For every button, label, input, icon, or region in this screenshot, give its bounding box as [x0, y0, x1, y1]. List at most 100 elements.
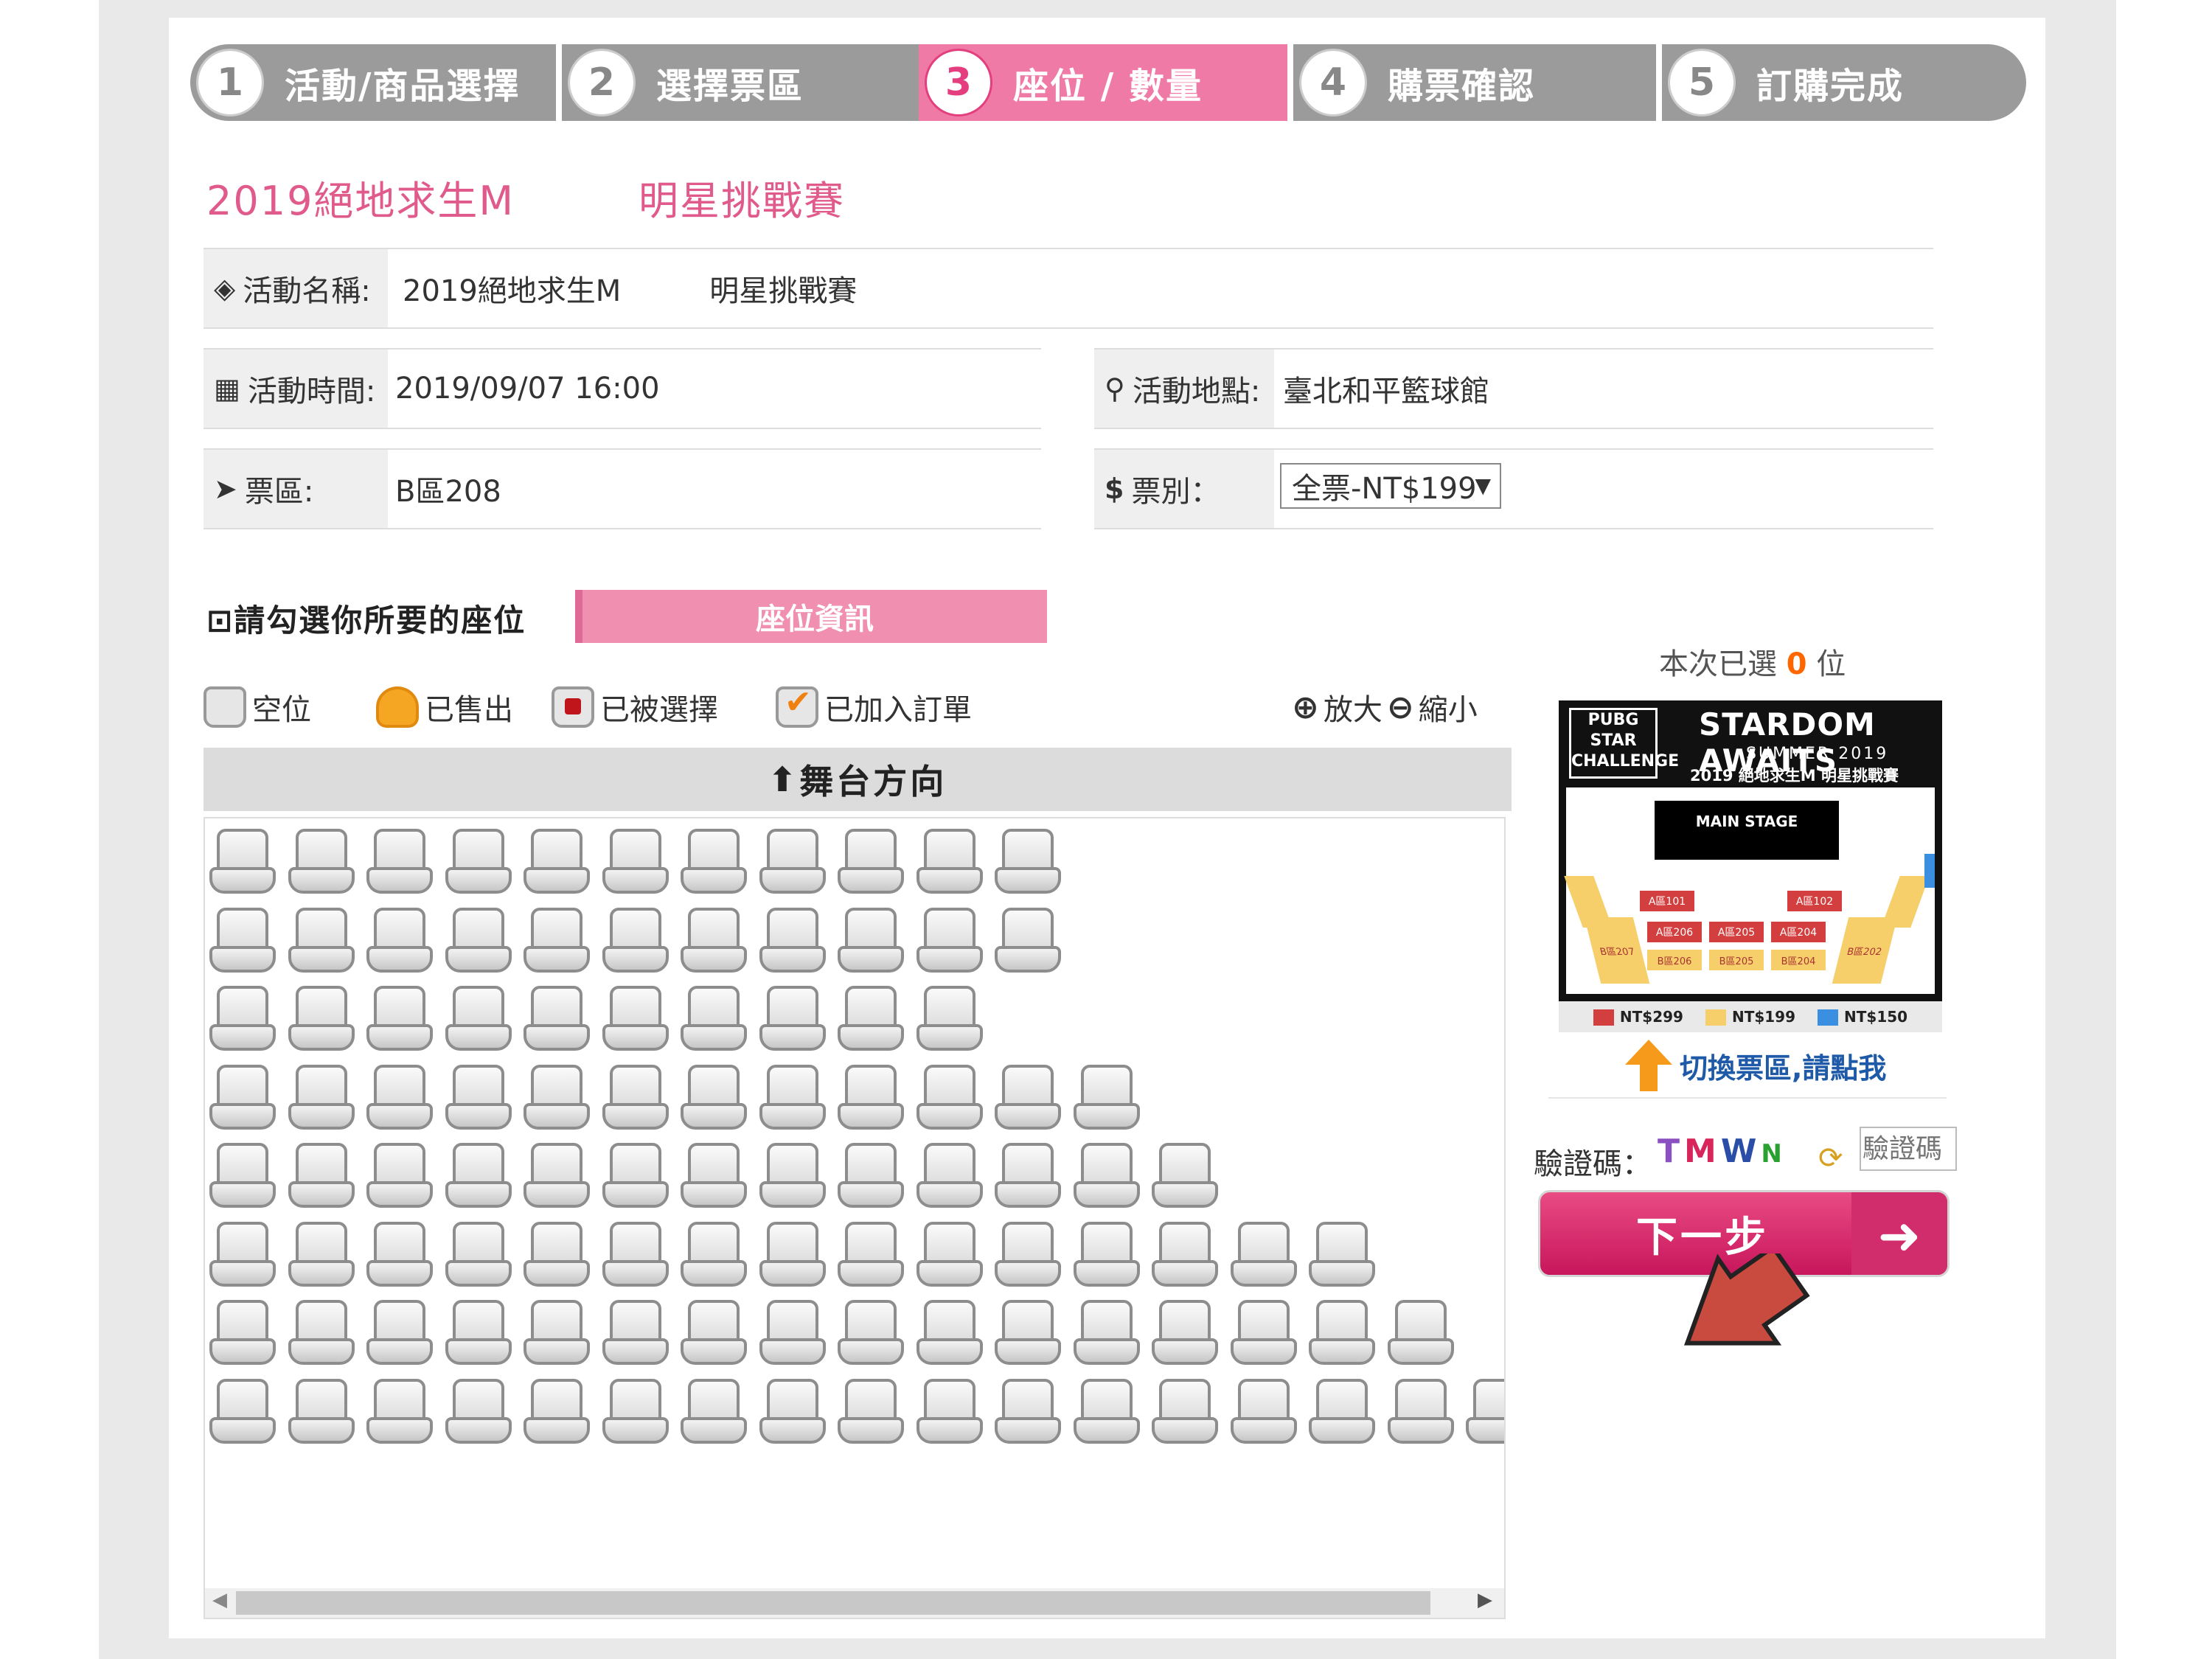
seat[interactable]: [759, 907, 826, 974]
seat[interactable]: [916, 1064, 983, 1131]
seat[interactable]: [1152, 1221, 1218, 1288]
seat[interactable]: [681, 1221, 747, 1288]
seat[interactable]: [916, 1378, 983, 1445]
seat[interactable]: [838, 1064, 904, 1131]
zoom-in-icon[interactable]: ⊕: [1292, 689, 1319, 726]
seat[interactable]: [288, 1378, 355, 1445]
seat[interactable]: [995, 1378, 1061, 1445]
seat[interactable]: [1152, 1143, 1218, 1209]
seat[interactable]: [209, 1300, 276, 1366]
seat[interactable]: [445, 1378, 512, 1445]
zoom-out-icon[interactable]: ⊖: [1387, 689, 1414, 726]
seat[interactable]: [759, 1300, 826, 1366]
seat[interactable]: [1230, 1221, 1297, 1288]
seat[interactable]: [524, 1143, 590, 1209]
zoom-out-label[interactable]: 縮小: [1419, 686, 1478, 728]
seat[interactable]: [288, 829, 355, 895]
seat[interactable]: [209, 986, 276, 1052]
captcha-input[interactable]: [1860, 1127, 1957, 1171]
seat[interactable]: [1073, 1221, 1140, 1288]
seat[interactable]: [995, 1300, 1061, 1366]
seat[interactable]: [209, 829, 276, 895]
seat[interactable]: [916, 1300, 983, 1366]
seat[interactable]: [838, 1143, 904, 1209]
seat[interactable]: [759, 1064, 826, 1131]
seat[interactable]: [445, 907, 512, 974]
seat[interactable]: [1152, 1378, 1218, 1445]
seat[interactable]: [681, 1378, 747, 1445]
seat[interactable]: [759, 986, 826, 1052]
seat[interactable]: [838, 1300, 904, 1366]
seat[interactable]: [366, 829, 433, 895]
seat[interactable]: [995, 829, 1061, 895]
seat[interactable]: [445, 986, 512, 1052]
seat[interactable]: [366, 986, 433, 1052]
seat[interactable]: [366, 1300, 433, 1366]
seat[interactable]: [288, 986, 355, 1052]
seat[interactable]: [1387, 1300, 1454, 1366]
seat[interactable]: [995, 907, 1061, 974]
seat[interactable]: [1309, 1221, 1375, 1288]
seat[interactable]: [524, 986, 590, 1052]
seat[interactable]: [366, 907, 433, 974]
seat[interactable]: [445, 829, 512, 895]
seat[interactable]: [759, 1378, 826, 1445]
seat[interactable]: [602, 1300, 669, 1366]
seat[interactable]: [916, 986, 983, 1052]
seat[interactable]: [916, 1221, 983, 1288]
seat[interactable]: [524, 1221, 590, 1288]
scroll-left-icon[interactable]: ◀: [212, 1589, 227, 1611]
scroll-right-icon[interactable]: ▶: [1478, 1589, 1492, 1611]
seat[interactable]: [681, 986, 747, 1052]
seat[interactable]: [995, 1143, 1061, 1209]
seat[interactable]: [602, 1143, 669, 1209]
seat[interactable]: [288, 1064, 355, 1131]
seat[interactable]: [838, 829, 904, 895]
seat[interactable]: [602, 986, 669, 1052]
seat[interactable]: [1309, 1300, 1375, 1366]
seat[interactable]: [916, 907, 983, 974]
seat[interactable]: [759, 829, 826, 895]
seat[interactable]: [759, 1143, 826, 1209]
seat[interactable]: [366, 1064, 433, 1131]
seat[interactable]: [524, 1378, 590, 1445]
seat[interactable]: [1230, 1378, 1297, 1445]
seat[interactable]: [681, 829, 747, 895]
seat[interactable]: [366, 1378, 433, 1445]
seat[interactable]: [681, 1143, 747, 1209]
seat[interactable]: [1073, 1064, 1140, 1131]
seat[interactable]: [838, 986, 904, 1052]
seat[interactable]: [916, 829, 983, 895]
seat[interactable]: [209, 1064, 276, 1131]
seat[interactable]: [288, 907, 355, 974]
seat[interactable]: [209, 907, 276, 974]
seat[interactable]: [209, 1378, 276, 1445]
seat[interactable]: [759, 1221, 826, 1288]
seat[interactable]: [602, 1221, 669, 1288]
seat[interactable]: [602, 1378, 669, 1445]
seat[interactable]: [524, 829, 590, 895]
seat[interactable]: [524, 907, 590, 974]
scrollbar-thumb[interactable]: [236, 1591, 1430, 1615]
seat[interactable]: [445, 1221, 512, 1288]
switch-area-link[interactable]: 切換票區,請點我: [1625, 1040, 1886, 1091]
seat[interactable]: [602, 829, 669, 895]
venue-minimap[interactable]: PUBG STAR CHALLENGE STARDOM AWAITS SUMME…: [1559, 700, 1942, 1032]
seat[interactable]: [366, 1221, 433, 1288]
seat[interactable]: [916, 1143, 983, 1209]
seat[interactable]: [602, 907, 669, 974]
seat[interactable]: [288, 1143, 355, 1209]
seat[interactable]: [445, 1300, 512, 1366]
seat[interactable]: [288, 1300, 355, 1366]
seat[interactable]: [1466, 1378, 1504, 1445]
refresh-captcha-icon[interactable]: ⟳: [1818, 1141, 1843, 1175]
seat[interactable]: [838, 907, 904, 974]
seat[interactable]: [1073, 1143, 1140, 1209]
seat[interactable]: [838, 1221, 904, 1288]
seat[interactable]: [445, 1143, 512, 1209]
seat[interactable]: [209, 1143, 276, 1209]
seat[interactable]: [524, 1300, 590, 1366]
seat-info-button[interactable]: 座位資訊: [575, 590, 1047, 643]
zoom-in-label[interactable]: 放大: [1324, 686, 1382, 728]
seat[interactable]: [366, 1143, 433, 1209]
